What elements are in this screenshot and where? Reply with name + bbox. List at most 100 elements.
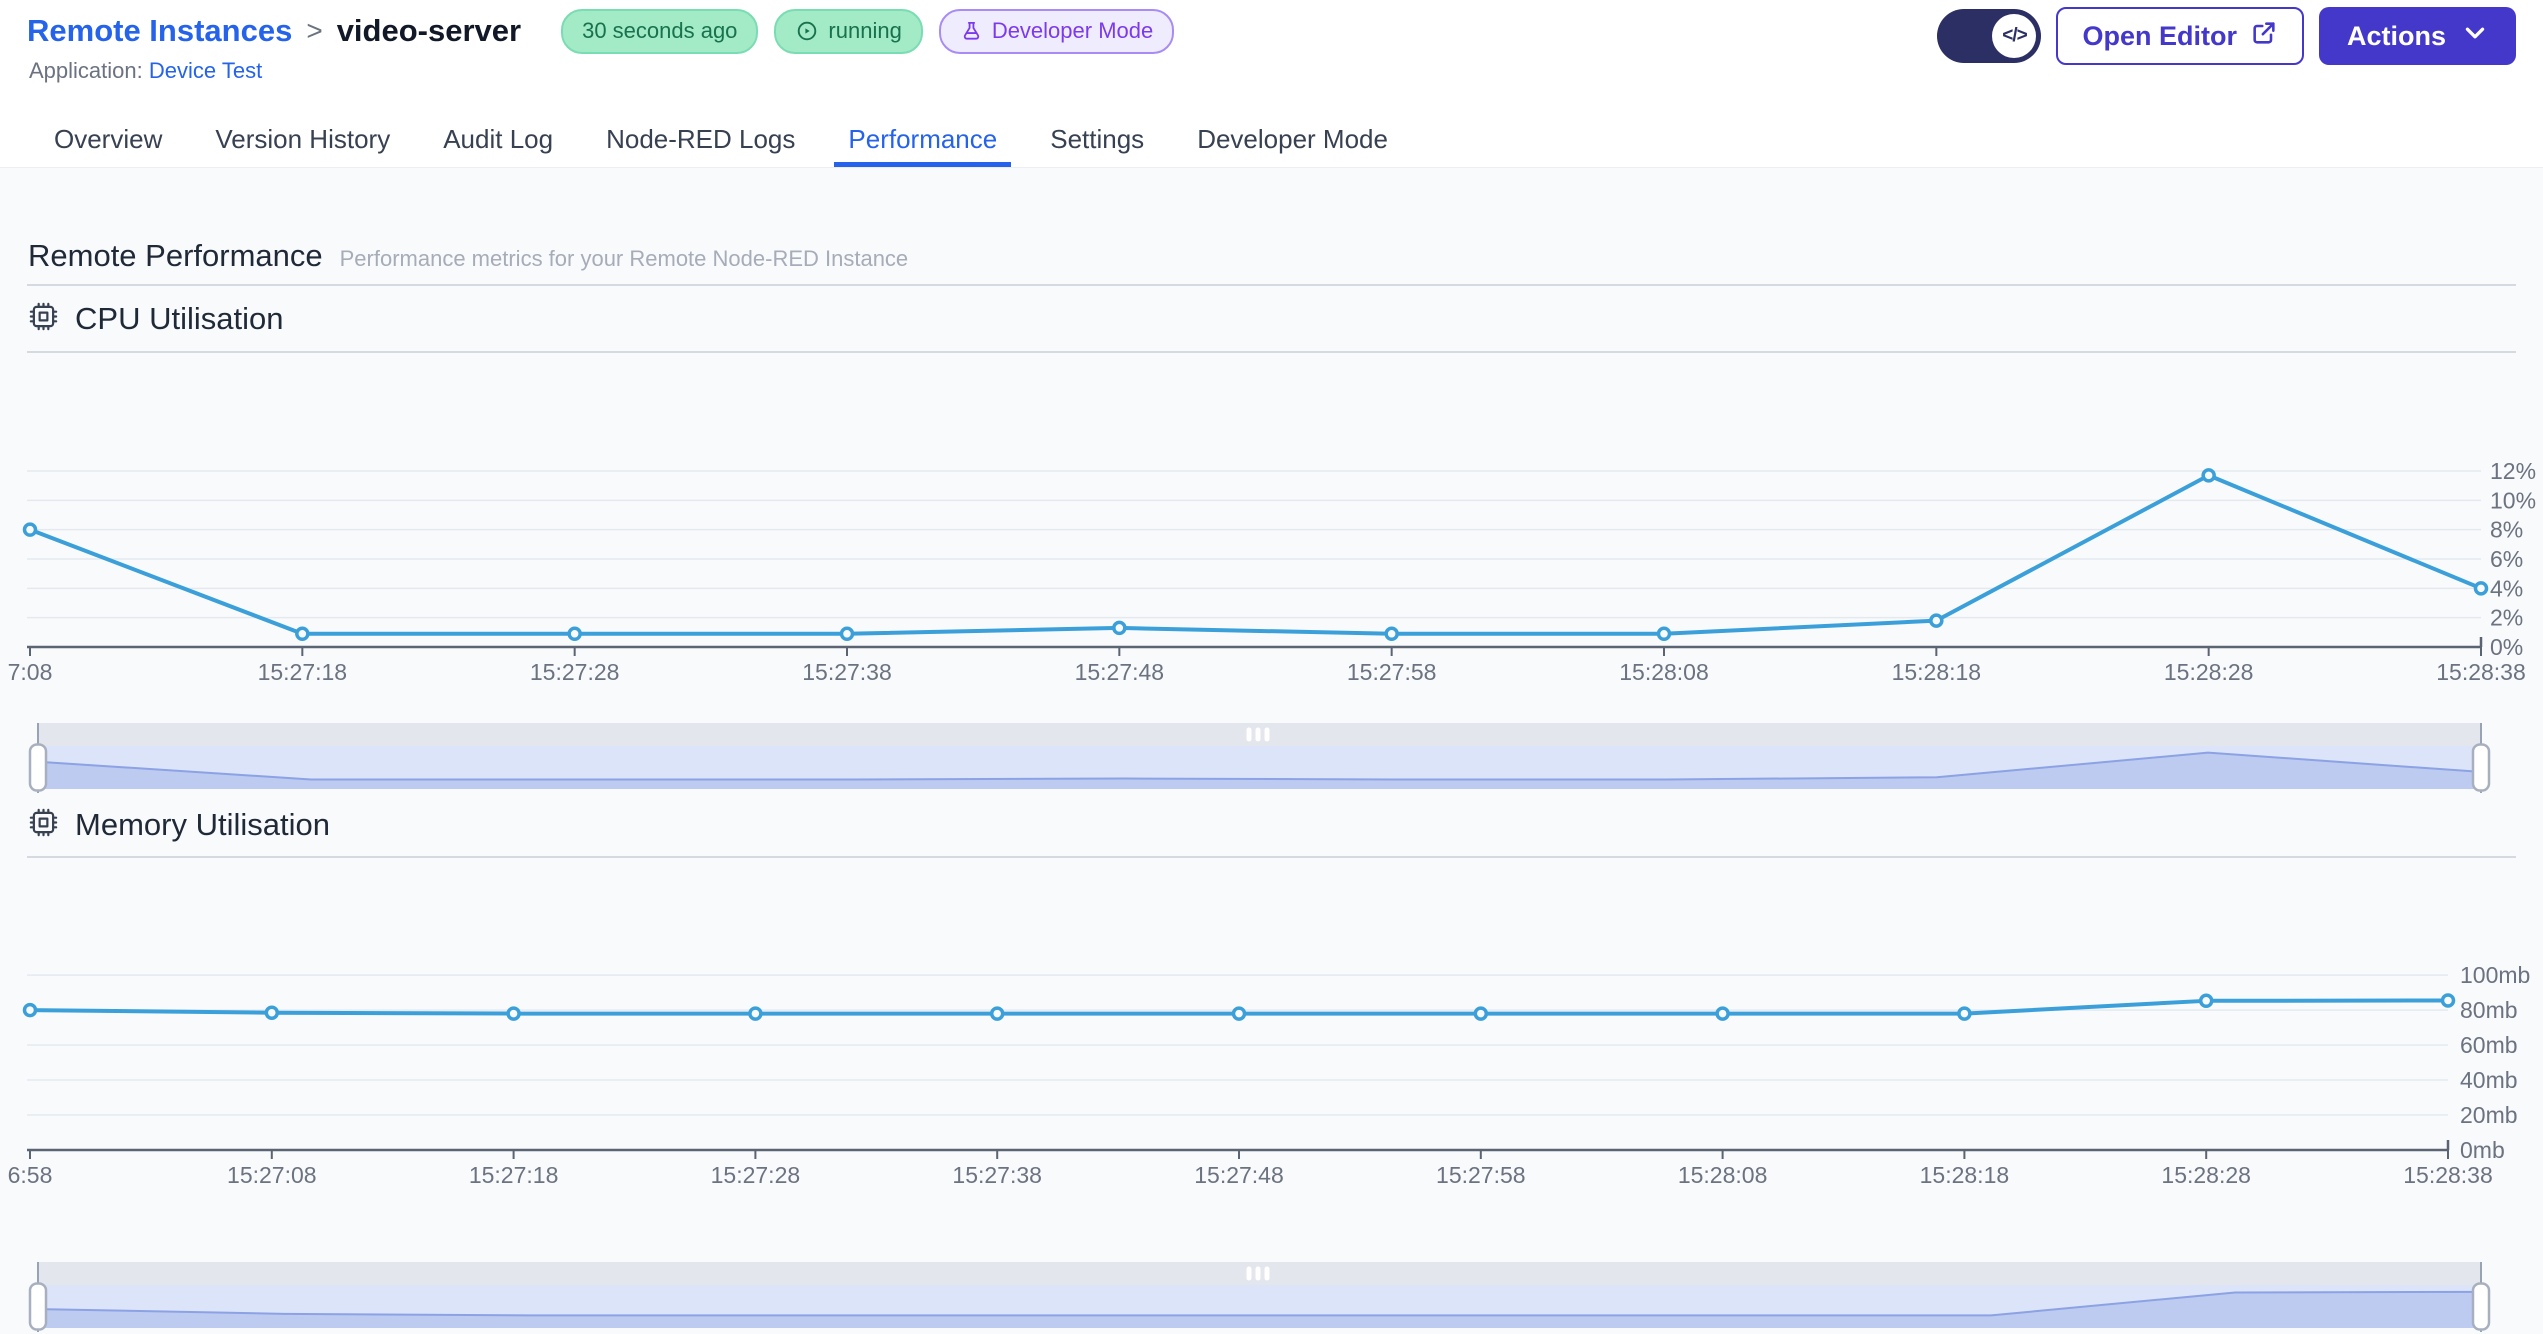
data-point (748, 1006, 763, 1021)
external-link-icon (2250, 19, 2278, 54)
data-point (22, 1002, 38, 1018)
breadcrumb-remote-instances-link[interactable]: Remote Instances (27, 13, 292, 49)
divider (27, 284, 2516, 286)
data-point (1473, 1006, 1489, 1021)
data-point (295, 626, 310, 642)
flask-icon (960, 20, 983, 43)
brush-grip-dots[interactable] (1255, 1266, 1261, 1281)
x-axis-tick-label: 15:28:38 (2436, 659, 2526, 685)
data-point (567, 626, 582, 642)
running-status-label: running (828, 18, 902, 43)
status-badges: 30 seconds ago running Developer Mode (561, 8, 1175, 54)
play-circle-icon (795, 19, 819, 43)
tab-node-red-logs[interactable]: Node-RED Logs (604, 112, 797, 167)
code-icon: </> (1992, 14, 2037, 58)
page-title-row: Remote Performance Performance metrics f… (28, 238, 908, 274)
brush-grip-dots[interactable] (1246, 727, 1252, 742)
header-controls: </> Open Editor Actions (1937, 7, 2516, 65)
developer-mode-badge: Developer Mode (938, 8, 1175, 54)
data-point (1957, 1006, 1972, 1021)
open-editor-label: Open Editor (2082, 20, 2237, 51)
data-point (839, 626, 855, 642)
tab-developer-mode[interactable]: Developer Mode (1195, 112, 1390, 167)
divider (27, 351, 2516, 353)
application-row: Application: Device Test (29, 58, 262, 84)
x-axis-tick-label: 15:27:08 (227, 1162, 317, 1188)
y-axis-tick-label: 4% (2490, 575, 2523, 601)
y-axis-tick-label: 8% (2490, 517, 2523, 543)
x-axis-tick-label: 15:28:18 (1920, 1162, 2010, 1188)
x-axis-tick-label: 15:27:18 (258, 659, 348, 685)
page-subtitle: Performance metrics for your Remote Node… (339, 246, 909, 271)
y-axis-tick-label: 60mb (2460, 1032, 2518, 1058)
y-axis-tick-label: 2% (2490, 605, 2523, 631)
x-axis-tick-label: 15:27:18 (469, 1162, 559, 1188)
series-line (28, 473, 2483, 636)
breadcrumb-separator: > (306, 15, 323, 46)
developer-mode-toggle[interactable]: </> (1937, 9, 2042, 63)
brush-right-handle[interactable] (2471, 1282, 2491, 1331)
data-point (1384, 626, 1399, 642)
x-axis-tick-label: 15:28:28 (2161, 1162, 2251, 1188)
divider (27, 856, 2516, 858)
tab-version-history[interactable]: Version History (213, 112, 392, 167)
data-point (22, 522, 38, 537)
x-axis-tick-label: 15:27:48 (1075, 659, 1165, 685)
brush-grip-dots[interactable] (1264, 727, 1270, 742)
y-axis-tick-label: 6% (2490, 546, 2523, 572)
data-point (2440, 993, 2456, 1008)
x-axis-tick-label: 15:27:38 (952, 1162, 1042, 1188)
x-axis-tick-label: 15:27:28 (711, 1162, 801, 1188)
open-editor-button[interactable]: Open Editor (2056, 7, 2304, 65)
y-axis-tick-label: 80mb (2460, 997, 2518, 1023)
data-point (1231, 1006, 1247, 1021)
data-point (1715, 1006, 1730, 1021)
data-point (2473, 581, 2489, 596)
cpu-section-heading: CPU Utilisation (27, 300, 283, 338)
actions-label: Actions (2346, 20, 2446, 51)
breadcrumb: Remote Instances > video-server 30 secon… (27, 8, 1175, 54)
x-axis-tick-label: 7:08 (8, 659, 53, 685)
tab-overview[interactable]: Overview (52, 112, 164, 167)
x-axis-tick-label: 15:27:48 (1194, 1162, 1284, 1188)
data-point (989, 1006, 1005, 1021)
cpu-section-title: CPU Utilisation (75, 301, 284, 336)
tab-audit-log[interactable]: Audit Log (441, 112, 555, 167)
y-axis-tick-label: 0mb (2460, 1137, 2505, 1163)
y-axis-tick-label: 20mb (2460, 1102, 2518, 1128)
brush-grip-dots[interactable] (1264, 1266, 1270, 1281)
last-seen-badge: 30 seconds ago (561, 8, 759, 54)
developer-mode-badge-label: Developer Mode (991, 18, 1154, 43)
x-axis-tick-label: 15:28:18 (1892, 659, 1982, 685)
actions-button[interactable]: Actions (2318, 7, 2516, 65)
brush-left-handle[interactable] (28, 1282, 48, 1331)
cpu-chip-icon (27, 300, 60, 338)
memory-section-heading: Memory Utilisation (27, 806, 330, 844)
tab-performance[interactable]: Performance (834, 112, 1012, 167)
x-axis-tick-label: 15:27:38 (802, 659, 892, 685)
brush-grip-dots[interactable] (1246, 1266, 1252, 1281)
data-point (1112, 620, 1127, 636)
x-axis-tick-label: 15:28:38 (2403, 1162, 2493, 1188)
x-axis-tick-label: 15:28:08 (1678, 1162, 1768, 1188)
x-axis-tick-label: 15:28:08 (1619, 659, 1709, 685)
y-axis-tick-label: 0% (2490, 634, 2523, 660)
y-axis-tick-label: 10% (2490, 487, 2536, 513)
application-link[interactable]: Device Test (149, 58, 262, 83)
x-axis-tick-label: 15:28:28 (2164, 659, 2254, 685)
memory-utilisation-chart: 0mb 20mb 40mb 60mb 80mb 100mb 6:58 15:27:08 15:2… (8, 962, 2530, 1332)
data-point (506, 1006, 521, 1021)
tab-settings[interactable]: Settings (1048, 112, 1146, 167)
x-axis-tick-label: 15:27:58 (1347, 659, 1437, 685)
brush-left-handle[interactable] (28, 743, 48, 792)
running-status-badge: running (774, 8, 923, 54)
y-axis-tick-label: 100mb (2460, 962, 2530, 988)
y-axis-tick-label: 40mb (2460, 1067, 2518, 1093)
instance-performance-page: Remote Instances > video-server 30 secon… (0, 0, 2543, 1334)
data-point (264, 1005, 280, 1020)
last-seen-badge-label: 30 seconds ago (582, 18, 738, 43)
data-point (2198, 993, 2214, 1009)
x-axis-tick-label: 15:27:58 (1436, 1162, 1526, 1188)
brush-grip-dots[interactable] (1255, 727, 1261, 742)
brush-right-handle[interactable] (2471, 743, 2491, 792)
